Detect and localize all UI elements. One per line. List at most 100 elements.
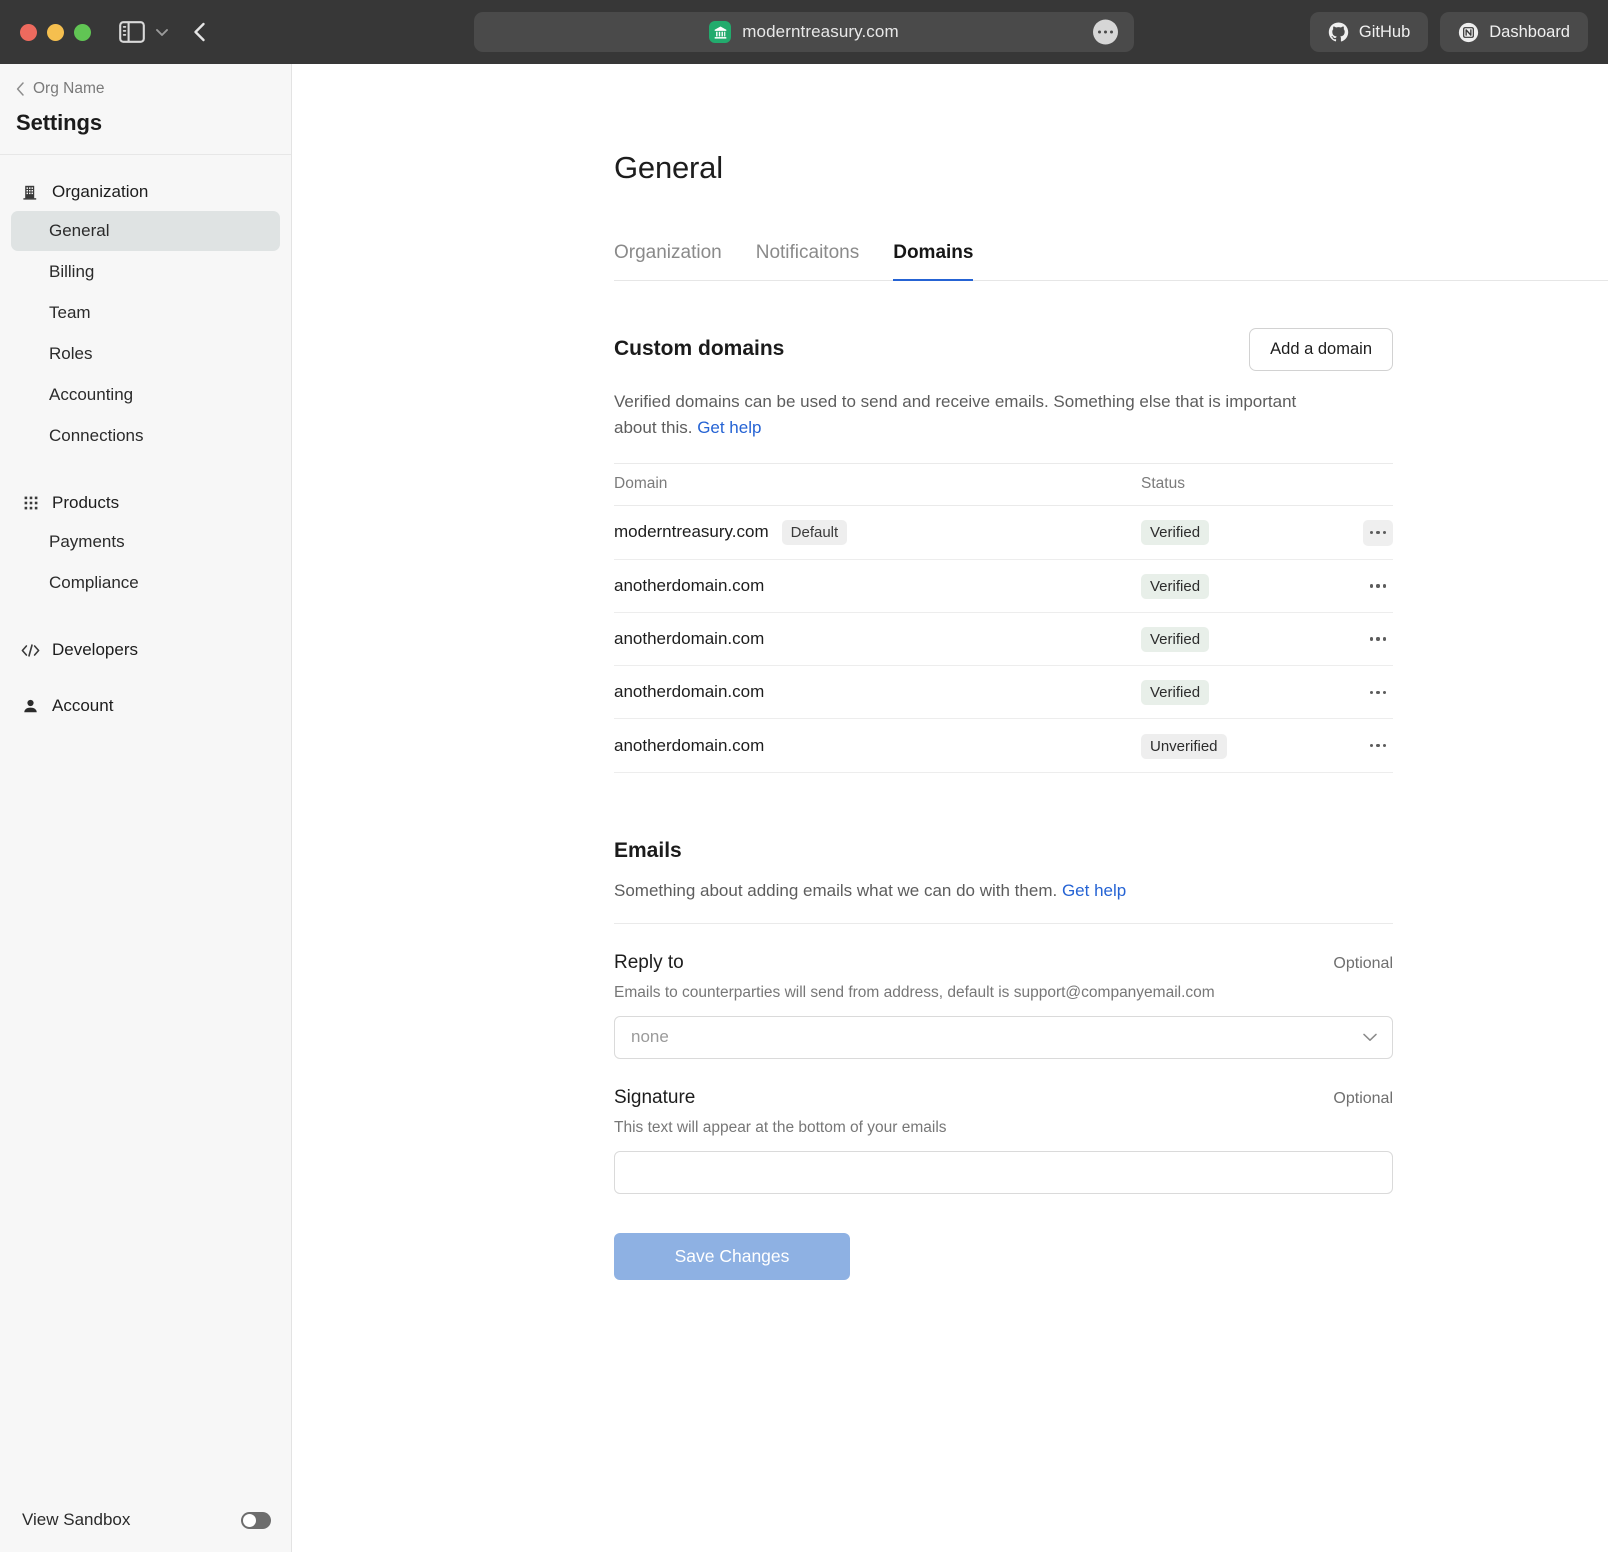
status-badge: Verified [1141, 520, 1210, 546]
sidebar-item-accounting-label: Accounting [49, 385, 134, 404]
sidebar-item-accounting[interactable]: Accounting [11, 375, 280, 415]
address-bar[interactable]: moderntreasury.com [474, 12, 1134, 52]
domain-name: anotherdomain.com [614, 682, 765, 702]
sidebar-nav: Organization General Billing Team Roles … [0, 155, 291, 1510]
grid-icon [21, 494, 40, 513]
browser-extension-buttons: GitHub Dashboard [1309, 12, 1588, 52]
sidebar-toggle-icon[interactable] [119, 21, 153, 43]
chevron-down-icon [1363, 1033, 1377, 1041]
building-icon [21, 183, 40, 202]
address-bar-text: moderntreasury.com [742, 22, 899, 41]
sidebar-item-roles[interactable]: Roles [11, 334, 280, 374]
table-row[interactable]: anotherdomain.com Unverified [614, 718, 1393, 773]
window-traffic-lights [20, 23, 91, 41]
github-button[interactable]: GitHub [1309, 12, 1429, 52]
toggle-knob [243, 1513, 256, 1527]
signature-field-group: Signature Optional This text will appear… [614, 1087, 1393, 1194]
reply-to-label: Reply to [614, 951, 684, 973]
tab-domains[interactable]: Domains [893, 242, 974, 281]
add-a-domain-button[interactable]: Add a domain [1249, 327, 1393, 371]
column-header-domain: Domain [614, 463, 1141, 507]
emails-section: Emails Something about adding emails wha… [614, 839, 1393, 1280]
sidebar-item-organization[interactable]: Organization [11, 173, 280, 211]
signature-label-row: Signature Optional [614, 1087, 1393, 1109]
sidebar-item-team[interactable]: Team [11, 293, 280, 333]
table-row[interactable]: anotherdomain.com Verified [614, 612, 1393, 667]
breadcrumb-org-link[interactable]: Org Name [16, 80, 269, 98]
signature-label: Signature [614, 1086, 696, 1108]
sidebar-item-products-label: Products [52, 493, 120, 512]
sidebar-item-payments[interactable]: Payments [11, 522, 280, 562]
emails-title: Emails [614, 838, 682, 862]
chevron-left-icon [16, 82, 24, 96]
dashboard-button[interactable]: Dashboard [1440, 12, 1588, 52]
tab-organization[interactable]: Organization [614, 242, 722, 281]
github-icon [1328, 21, 1349, 41]
nav-group-organization: Organization General Billing Team Roles … [11, 173, 280, 456]
tab-notifications[interactable]: Notificaitons [756, 242, 860, 281]
chevron-down-icon[interactable] [153, 23, 189, 41]
sidebar-item-account-label: Account [52, 696, 114, 715]
dashboard-button-label: Dashboard [1489, 22, 1570, 41]
app-body: Org Name Settings Organization General B… [0, 64, 1608, 1552]
sidebar-item-compliance[interactable]: Compliance [11, 563, 280, 603]
sidebar-item-billing[interactable]: Billing [11, 252, 280, 292]
get-help-link-emails[interactable]: Get help [1062, 881, 1126, 900]
reply-to-select[interactable]: none [614, 1015, 1393, 1059]
column-header-actions [1346, 463, 1393, 507]
sidebar-item-payments-label: Payments [49, 532, 125, 551]
sidebar-item-compliance-label: Compliance [49, 573, 139, 592]
row-menu-ellipsis-icon[interactable] [1363, 519, 1393, 546]
table-row[interactable]: anotherdomain.com Verified [614, 559, 1393, 613]
sidebar-item-developers[interactable]: Developers [11, 631, 280, 669]
domain-name: anotherdomain.com [614, 575, 765, 595]
save-changes-button[interactable]: Save Changes [614, 1232, 850, 1280]
emails-description: Something about adding emails what we ca… [614, 881, 1393, 924]
custom-domains-header: Custom domains Add a domain [614, 327, 1393, 371]
custom-domains-title: Custom domains [614, 337, 785, 360]
nav-divider-1 [11, 466, 280, 484]
view-sandbox-row[interactable]: View Sandbox [0, 1510, 291, 1552]
get-help-link-domains[interactable]: Get help [697, 418, 761, 437]
page-title-settings: Settings [16, 110, 102, 135]
domains-table-head: Domain Status [614, 463, 1393, 507]
status-badge: Verified [1141, 680, 1210, 706]
custom-domains-description: Verified domains can be used to send and… [614, 389, 1314, 443]
code-icon [21, 641, 40, 660]
domain-name: moderntreasury.com [614, 522, 769, 542]
domains-table-header-row: Domain Status [614, 463, 1393, 507]
github-button-label: GitHub [1358, 22, 1411, 41]
sidebar-item-connections-label: Connections [49, 426, 144, 445]
table-row[interactable]: anotherdomain.com Verified [614, 665, 1393, 720]
back-arrow-icon[interactable] [189, 20, 211, 44]
column-header-status: Status [1141, 463, 1346, 507]
sidebar-item-general[interactable]: General [11, 211, 280, 251]
nav-divider-2 [11, 613, 280, 631]
close-window-button[interactable] [20, 23, 37, 41]
sidebar-item-developers-label: Developers [52, 640, 138, 659]
table-row[interactable]: moderntreasury.com Default Verified [614, 505, 1393, 560]
row-menu-ellipsis-icon[interactable] [1363, 679, 1393, 705]
row-menu-ellipsis-icon[interactable] [1363, 626, 1393, 652]
bank-favicon [709, 21, 732, 43]
settings-sidebar: Org Name Settings Organization General B… [0, 64, 292, 1552]
sidebar-header: Org Name Settings [0, 64, 291, 155]
ellipsis-icon[interactable] [1093, 19, 1118, 45]
signature-input[interactable] [614, 1150, 1393, 1194]
reply-to-label-row: Reply to Optional [614, 952, 1393, 974]
custom-domains-section: Custom domains Add a domain Verified dom… [614, 327, 1393, 773]
domains-table-body: moderntreasury.com Default Verified anot… [614, 505, 1393, 773]
row-menu-ellipsis-icon[interactable] [1363, 733, 1393, 759]
domain-name: anotherdomain.com [614, 629, 765, 648]
sidebar-item-connections[interactable]: Connections [11, 416, 280, 456]
maximize-window-button[interactable] [74, 23, 91, 41]
row-menu-ellipsis-icon[interactable] [1363, 573, 1393, 599]
status-badge: Verified [1141, 627, 1210, 652]
reply-to-field-group: Reply to Optional Emails to counterparti… [614, 952, 1393, 1059]
view-sandbox-toggle[interactable] [241, 1511, 271, 1529]
minimize-window-button[interactable] [47, 23, 64, 41]
person-icon [21, 697, 40, 716]
signature-optional-label: Optional [1333, 1089, 1393, 1107]
sidebar-item-account[interactable]: Account [11, 687, 280, 725]
sidebar-item-products[interactable]: Products [11, 484, 280, 522]
